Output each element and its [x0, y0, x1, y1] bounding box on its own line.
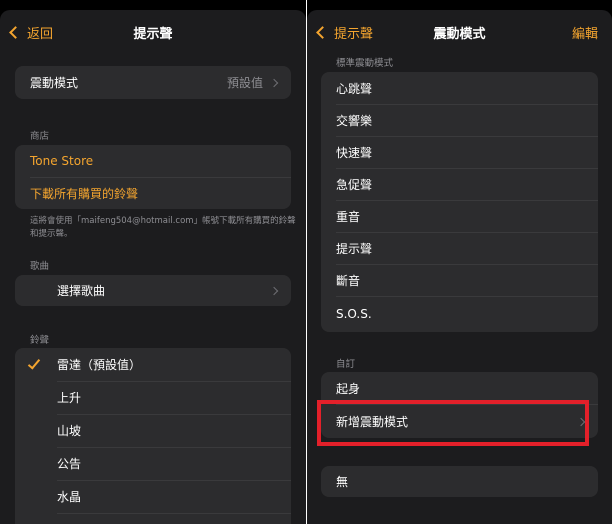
chevron-right-icon	[576, 417, 586, 426]
download-all-link: 下載所有購買的鈴聲	[30, 186, 139, 201]
download-all-row[interactable]: 下載所有購買的鈴聲	[15, 177, 291, 209]
pattern-item[interactable]: S.O.S.	[321, 298, 598, 330]
divider	[57, 513, 291, 514]
pattern-item[interactable]: 交響樂	[321, 104, 598, 136]
edit-button[interactable]: 編輯	[572, 23, 598, 42]
tones-screen: 返回 提示聲 震動模式 預設值 商店 Tone Store 下載所有購買的鈴聲 …	[0, 0, 306, 524]
pattern-item[interactable]: 起身	[321, 372, 598, 404]
divider	[336, 296, 598, 297]
pattern-label: 起身	[336, 381, 361, 396]
vibration-label: 震動模式	[30, 76, 79, 90]
custom-group: 起身 新增震動模式	[321, 372, 598, 438]
ringtone-item[interactable]: 水晶	[15, 480, 291, 513]
songs-header: 歌曲	[30, 261, 50, 272]
pattern-item[interactable]: 急促聲	[321, 168, 598, 200]
vibration-row[interactable]: 震動模式 預設值	[15, 66, 291, 99]
ringtone-item[interactable]: 山坡	[15, 414, 291, 447]
vibration-group: 震動模式 預設值	[15, 66, 291, 99]
vibration-value: 預設值	[226, 76, 263, 90]
chevron-right-icon	[269, 286, 279, 295]
ringtone-label: 雷達（預設值）	[57, 358, 142, 372]
pattern-label: 斷音	[336, 273, 361, 288]
ringtone-label: 公告	[57, 457, 82, 471]
pattern-item[interactable]: 斷音	[321, 264, 598, 296]
store-footnote: 這將會使用「maifeng504@hotmail.com」帳號下載所有購買的鈴聲…	[30, 216, 296, 239]
store-group: Tone Store 下載所有購買的鈴聲	[15, 145, 291, 209]
pattern-label: 重音	[336, 209, 361, 224]
ringtone-label: 山坡	[57, 424, 82, 438]
none-group: 無	[321, 466, 598, 497]
add-pattern-label: 新增震動模式	[336, 415, 409, 429]
ringtone-item[interactable]: 上升	[15, 381, 291, 414]
add-pattern-row[interactable]: 新增震動模式	[321, 405, 598, 438]
vibration-screen: 提示聲 震動模式 編輯 標準震動模式 心跳聲 交響樂 快速聲 急促聲 重音 提示…	[307, 0, 612, 524]
none-label: 無	[336, 475, 349, 489]
pick-song-row[interactable]: 選擇歌曲	[15, 275, 291, 306]
pattern-label: 交響樂	[336, 113, 373, 128]
pattern-item[interactable]: 心跳聲	[321, 72, 598, 104]
tone-store-link: Tone Store	[30, 154, 94, 168]
checkmark-icon	[27, 356, 41, 370]
pick-song-label: 選擇歌曲	[57, 284, 106, 298]
pattern-label: 急促聲	[336, 177, 373, 192]
custom-header: 自訂	[336, 359, 356, 370]
ringtone-label: 水晶	[57, 490, 82, 504]
nav-bar: 提示聲 震動模式 編輯	[307, 14, 612, 50]
ringtone-item[interactable]: 雷達（預設值）	[15, 348, 291, 381]
ringtone-item[interactable]: 公告	[15, 447, 291, 480]
standard-header: 標準震動模式	[336, 58, 394, 69]
ringtones-header: 鈴聲	[30, 335, 50, 346]
pattern-label: S.O.S.	[336, 307, 372, 321]
pattern-item[interactable]: 提示聲	[321, 232, 598, 264]
store-header: 商店	[30, 131, 50, 142]
nav-bar: 返回 提示聲	[0, 14, 306, 50]
pattern-label: 提示聲	[336, 241, 373, 256]
pattern-label: 快速聲	[336, 145, 373, 160]
ringtones-group: 雷達（預設值） 上升 山坡 公告 水晶	[15, 348, 291, 524]
ringtone-label: 上升	[57, 391, 82, 405]
tone-store-row[interactable]: Tone Store	[15, 145, 291, 177]
none-row[interactable]: 無	[321, 466, 598, 497]
pattern-item[interactable]: 重音	[321, 200, 598, 232]
pattern-item[interactable]: 快速聲	[321, 136, 598, 168]
page-title: 震動模式	[433, 27, 486, 42]
chevron-right-icon	[269, 78, 279, 87]
pattern-label: 心跳聲	[336, 81, 373, 96]
standard-group: 心跳聲 交響樂 快速聲 急促聲 重音 提示聲 斷音 S.O.S.	[321, 72, 598, 332]
page-title: 提示聲	[133, 27, 173, 42]
songs-group: 選擇歌曲	[15, 275, 291, 306]
